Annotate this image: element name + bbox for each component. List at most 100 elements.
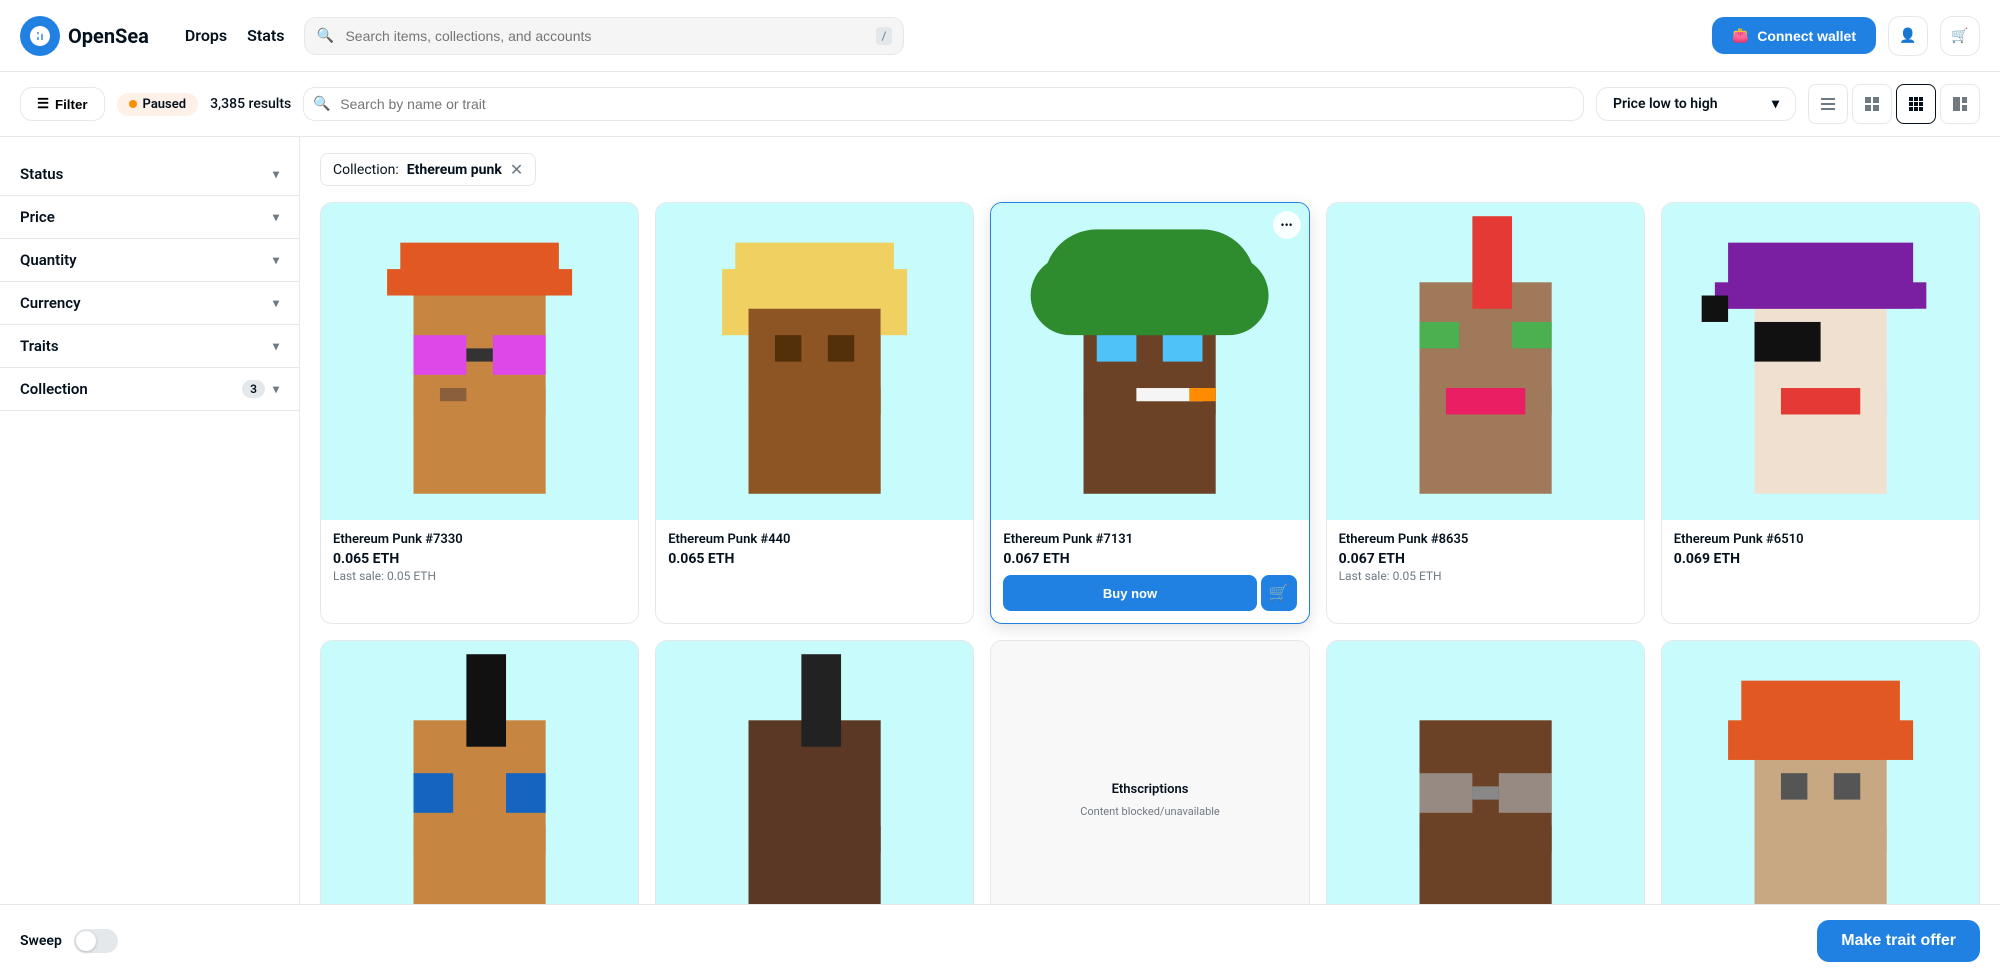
header-actions: 👛 Connect wallet 👤 🛒: [1712, 16, 1980, 56]
collection-filter-tag: Collection: Ethereum punk ✕: [320, 153, 536, 186]
sidebar: Status ▾ Price ▾ Quantity ▾ Currency ▾ T: [0, 137, 300, 969]
main-nav: Drops Stats: [185, 22, 285, 49]
buy-now-button[interactable]: Buy now: [1003, 575, 1256, 611]
view-buttons: [1808, 84, 1980, 124]
nft-name: Ethereum Punk #7330: [333, 532, 626, 547]
sort-label: Price low to high: [1613, 96, 1718, 112]
toggle-knob: [76, 931, 96, 951]
connect-wallet-label: Connect wallet: [1757, 28, 1856, 44]
chevron-down-icon: ▾: [273, 382, 279, 396]
sidebar-section-price: Price ▾: [0, 196, 299, 239]
chevron-down-icon: ▾: [273, 339, 279, 353]
nft-info: Ethereum Punk #7131 0.067 ETH Buy now 🛒: [991, 520, 1308, 623]
sweep-toggle: Sweep: [20, 929, 118, 953]
collection-badge: 3: [242, 380, 265, 398]
logo[interactable]: OpenSea: [20, 16, 149, 56]
filter-label: Filter: [55, 97, 88, 112]
nav-drops[interactable]: Drops: [185, 22, 227, 49]
sweep-toggle-switch[interactable]: [74, 929, 118, 953]
trait-search-icon: 🔍: [313, 96, 330, 112]
global-search-input[interactable]: [304, 17, 904, 55]
sort-dropdown[interactable]: Price low to high ▾: [1596, 87, 1796, 121]
nft-name: Ethereum Punk #8635: [1339, 532, 1632, 547]
view-grid-medium-button[interactable]: [1896, 84, 1936, 124]
placeholder-title: Ethscriptions: [1112, 782, 1189, 797]
remove-collection-filter[interactable]: ✕: [510, 160, 523, 179]
sidebar-section-quantity-header[interactable]: Quantity ▾: [0, 239, 299, 281]
make-trait-offer-button[interactable]: Make trait offer: [1817, 920, 1980, 962]
content-area: Collection: Ethereum punk ✕: [300, 137, 2000, 969]
connect-wallet-button[interactable]: 👛 Connect wallet: [1712, 17, 1876, 54]
user-icon: 👤: [1899, 28, 1916, 44]
cart-icon-button[interactable]: 🛒: [1940, 16, 1980, 56]
nft-name: Ethereum Punk #440: [668, 532, 961, 547]
sweep-label: Sweep: [20, 933, 62, 949]
more-options-button[interactable]: •••: [1273, 211, 1301, 239]
nft-price: 0.067 ETH: [1003, 551, 1296, 567]
nft-image: [656, 203, 973, 520]
nav-stats[interactable]: Stats: [247, 22, 284, 49]
nft-info: Ethereum Punk #440 0.065 ETH: [656, 520, 973, 579]
nft-last-sale: Last sale: 0.05 ETH: [1339, 569, 1632, 583]
sidebar-traits-label: Traits: [20, 337, 59, 355]
nft-card[interactable]: Ethereum Punk #6510 0.069 ETH: [1661, 202, 1980, 624]
nft-card[interactable]: Ethereum Punk #8635 0.067 ETH Last sale:…: [1326, 202, 1645, 624]
nft-card[interactable]: •••: [990, 202, 1309, 624]
chevron-down-icon: ▾: [273, 167, 279, 181]
sidebar-section-status-header[interactable]: Status ▾: [0, 153, 299, 195]
results-count: 3,385 results: [210, 96, 291, 112]
logo-icon: [20, 16, 60, 56]
nft-last-sale: Last sale: 0.05 ETH: [333, 569, 626, 583]
logo-text: OpenSea: [68, 24, 149, 48]
sidebar-price-label: Price: [20, 208, 55, 226]
status-badge: Paused: [117, 93, 199, 116]
view-grid-large-button[interactable]: [1940, 84, 1980, 124]
nft-price: 0.069 ETH: [1674, 551, 1967, 567]
nft-price: 0.065 ETH: [333, 551, 626, 567]
global-search: 🔍 /: [304, 17, 904, 55]
nft-info: Ethereum Punk #8635 0.067 ETH Last sale:…: [1327, 520, 1644, 595]
chevron-down-icon: ▾: [273, 253, 279, 267]
nft-name: Ethereum Punk #6510: [1674, 532, 1967, 547]
sidebar-section-price-header[interactable]: Price ▾: [0, 196, 299, 238]
keyboard-shortcut: /: [876, 27, 893, 45]
placeholder-subtitle: Content blocked/unavailable: [1080, 805, 1220, 818]
trait-search: 🔍: [303, 87, 1584, 121]
collection-filter-prefix: Collection:: [333, 162, 399, 178]
nft-price: 0.065 ETH: [668, 551, 961, 567]
status-label: Paused: [143, 97, 187, 112]
bottom-bar: Sweep Make trait offer: [0, 904, 2000, 976]
nft-image: [1662, 203, 1979, 520]
cart-icon: 🛒: [1951, 28, 1968, 44]
sidebar-section-currency-header[interactable]: Currency ▾: [0, 282, 299, 324]
collection-filter-value: Ethereum punk: [407, 162, 502, 178]
trait-search-input[interactable]: [303, 87, 1584, 121]
sidebar-section-collection-header[interactable]: Collection 3 ▾: [0, 368, 299, 410]
nft-card[interactable]: Ethereum Punk #440 0.065 ETH: [655, 202, 974, 624]
chevron-down-icon: ▾: [1772, 96, 1779, 112]
filter-icon: ☰: [37, 96, 49, 112]
view-list-button[interactable]: [1808, 84, 1848, 124]
sidebar-status-label: Status: [20, 165, 63, 183]
view-grid-small-button[interactable]: [1852, 84, 1892, 124]
nft-name: Ethereum Punk #7131: [1003, 532, 1296, 547]
nft-info: Ethereum Punk #7330 0.065 ETH Last sale:…: [321, 520, 638, 595]
nft-grid: Ethereum Punk #7330 0.065 ETH Last sale:…: [320, 202, 1980, 969]
nft-price: 0.067 ETH: [1339, 551, 1632, 567]
sidebar-section-collection: Collection 3 ▾: [0, 368, 299, 411]
add-to-cart-button[interactable]: 🛒: [1261, 575, 1297, 611]
main-layout: Status ▾ Price ▾ Quantity ▾ Currency ▾ T: [0, 137, 2000, 969]
nft-image: •••: [991, 203, 1308, 520]
sidebar-section-traits: Traits ▾: [0, 325, 299, 368]
sidebar-section-quantity: Quantity ▾: [0, 239, 299, 282]
user-icon-button[interactable]: 👤: [1888, 16, 1928, 56]
sidebar-section-traits-header[interactable]: Traits ▾: [0, 325, 299, 367]
nft-info: Ethereum Punk #6510 0.069 ETH: [1662, 520, 1979, 579]
nft-card[interactable]: Ethereum Punk #7330 0.065 ETH Last sale:…: [320, 202, 639, 624]
header: OpenSea Drops Stats 🔍 / 👛 Connect wallet…: [0, 0, 2000, 72]
sidebar-currency-label: Currency: [20, 294, 81, 312]
sidebar-section-status: Status ▾: [0, 153, 299, 196]
sidebar-collection-label: Collection: [20, 380, 88, 398]
chevron-down-icon: ▾: [273, 296, 279, 310]
filter-button[interactable]: ☰ Filter: [20, 87, 105, 121]
